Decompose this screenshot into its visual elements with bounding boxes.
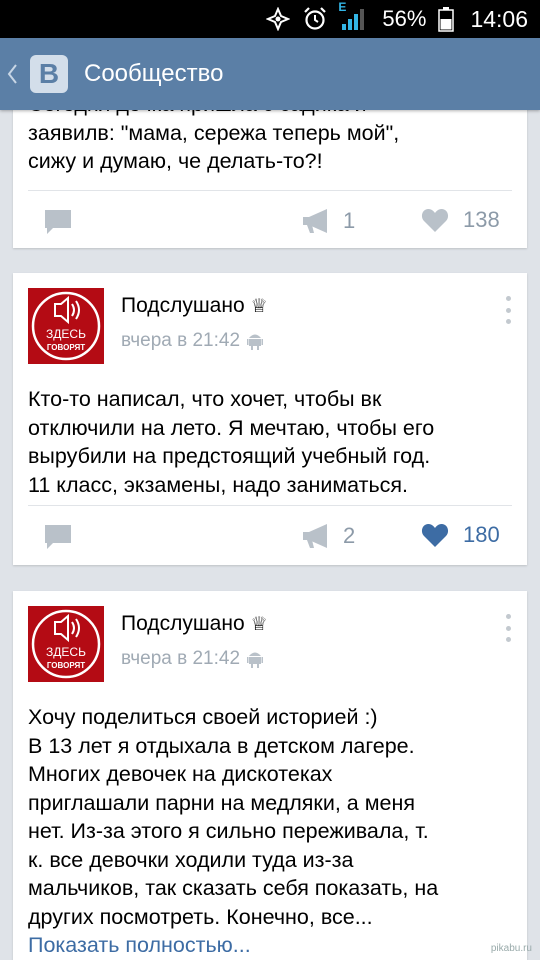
- alarm-clock-icon: [302, 6, 328, 32]
- post-actions: 2 180: [13, 506, 527, 570]
- battery-icon: [438, 6, 455, 32]
- avatar-text-bottom: ГОВОРЯТ: [47, 343, 85, 352]
- more-options-icon[interactable]: [500, 296, 516, 324]
- avatar[interactable]: ЗДЕСЬ ГОВОРЯТ: [28, 288, 104, 364]
- app-header: B Сообщество: [0, 38, 540, 110]
- crown-icon: ♕: [250, 614, 268, 635]
- comment-button[interactable]: [43, 523, 73, 551]
- author-name[interactable]: Подслушано: [121, 612, 245, 635]
- avatar[interactable]: ЗДЕСЬ ГОВОРЯТ: [28, 606, 104, 682]
- author-line: Подслушано ♕: [121, 612, 268, 636]
- avatar-text-top: ЗДЕСЬ: [46, 645, 86, 659]
- avatar-text-bottom: ГОВОРЯТ: [47, 661, 85, 670]
- repost-count: 2: [343, 523, 356, 548]
- post-body: Хочу поделиться своей историей :) В 13 л…: [13, 703, 527, 960]
- repost-button[interactable]: 1: [301, 207, 355, 235]
- battery-percent: 56%: [382, 6, 427, 31]
- feed[interactable]: Сегодня дочка пришла с садика и заявилв:…: [0, 110, 540, 960]
- author-line: Подслушано ♕: [121, 294, 268, 318]
- post-time: вчера в 21:42: [121, 330, 241, 351]
- post-time: вчера в 21:42: [121, 648, 241, 669]
- post-card: ЗДЕСЬ ГОВОРЯТ Подслушано ♕ вчера в 21:42 …: [13, 273, 527, 565]
- heart-icon: [421, 209, 449, 232]
- watermark: pikabu.ru: [490, 943, 532, 954]
- post-time-line: вчера в 21:42: [121, 330, 264, 352]
- avatar-text-top: ЗДЕСЬ: [46, 327, 86, 341]
- comment-icon: [45, 525, 71, 549]
- repost-count: 1: [343, 208, 356, 233]
- android-icon: [247, 650, 264, 668]
- android-icon: [247, 332, 264, 350]
- post-card: Сегодня дочка пришла с садика и заявилв:…: [13, 110, 527, 248]
- comment-button[interactable]: [43, 208, 73, 236]
- like-count: 180: [463, 522, 500, 547]
- signal-icon: E: [338, 0, 366, 32]
- megaphone-icon: [303, 209, 327, 233]
- like-button[interactable]: 138: [421, 207, 500, 233]
- like-count: 138: [463, 207, 500, 232]
- status-bar: E 56% 14:06: [0, 0, 540, 38]
- post-time-line: вчера в 21:42: [121, 648, 264, 670]
- post-actions: 1 138: [13, 191, 527, 255]
- vk-logo[interactable]: B: [30, 55, 68, 93]
- heart-icon: [421, 524, 449, 547]
- post-card: ЗДЕСЬ ГОВОРЯТ Подслушано ♕ вчера в 21:42 …: [13, 591, 527, 960]
- data-saver-icon: [266, 7, 291, 31]
- show-more-link[interactable]: Показать полностью...: [13, 931, 527, 960]
- post-text: Хочу поделиться своей историей :) В 13 л…: [28, 705, 439, 929]
- author-name[interactable]: Подслушано: [121, 294, 245, 317]
- crown-icon: ♕: [250, 296, 268, 317]
- back-chevron-icon[interactable]: [6, 62, 20, 86]
- post-header: ЗДЕСЬ ГОВОРЯТ Подслушано ♕ вчера в 21:42: [28, 606, 512, 682]
- page-title: Сообщество: [84, 60, 224, 87]
- comment-icon: [45, 210, 71, 234]
- network-type-label: E: [338, 0, 347, 14]
- clock-time: 14:06: [470, 5, 528, 32]
- post-text: Сегодня дочка пришла с садика и заявилв:…: [28, 110, 400, 173]
- post-header: ЗДЕСЬ ГОВОРЯТ Подслушано ♕ вчера в 21:42: [28, 288, 512, 364]
- post-text: Кто-то написал, что хочет, чтобы вк откл…: [28, 387, 435, 497]
- like-button[interactable]: 180: [421, 522, 500, 548]
- repost-button[interactable]: 2: [301, 522, 355, 550]
- megaphone-icon: [303, 524, 327, 548]
- more-options-icon[interactable]: [500, 614, 516, 642]
